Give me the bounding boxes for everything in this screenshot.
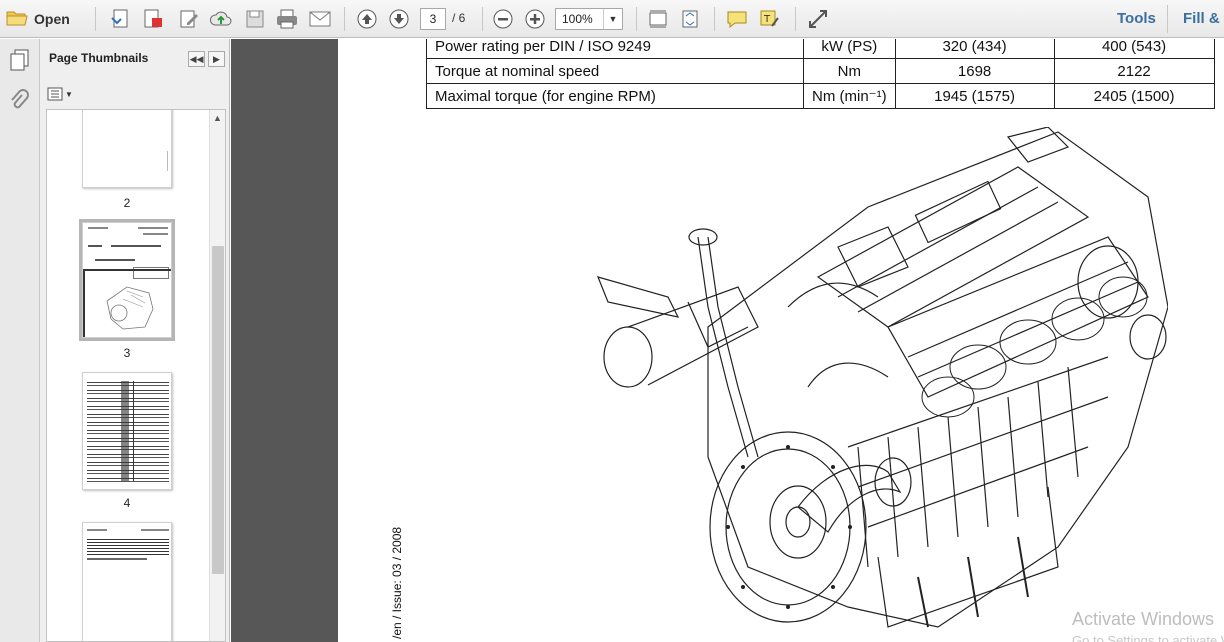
fullscreen-icon[interactable] — [805, 6, 831, 32]
main-toolbar: Open 3 / 6 100% ▼ T Tools Fill & — [0, 0, 1224, 38]
scroll-up-icon[interactable]: ▲ — [213, 113, 222, 123]
close-panel-icon[interactable]: ▶ — [208, 51, 225, 67]
toolbar-divider — [1167, 5, 1168, 33]
zoom-out-icon[interactable] — [490, 6, 516, 32]
activation-watermark-title: Activate Windows — [1072, 609, 1215, 629]
thumbnail-options-button[interactable]: ▼ — [47, 85, 75, 103]
thumbnail-page-4[interactable] — [82, 372, 172, 490]
spec-table-row: Power rating per DIN / ISO 9249 kW (PS) 32… — [426, 39, 1215, 59]
toolbar-divider — [482, 7, 483, 31]
zoom-in-icon[interactable] — [522, 6, 548, 32]
thumbnail-list: 2 3 4 ▲ — [46, 109, 226, 642]
previous-page-icon[interactable] — [354, 6, 380, 32]
spec-table-cell: 320 (434) — [894, 39, 1055, 59]
engine-illustration — [596, 127, 1168, 628]
spec-table-cell: Nm (min⁻¹) — [803, 83, 896, 109]
folder-icon — [6, 9, 28, 30]
fit-page-icon[interactable] — [677, 6, 703, 32]
open-label: Open — [34, 11, 70, 27]
activation-watermark-subtitle: Go to Settings to activate Windows. — [1072, 633, 1224, 642]
page-thumbnails-icon[interactable] — [8, 48, 32, 75]
next-page-icon[interactable] — [386, 6, 412, 32]
highlight-text-icon[interactable]: T — [757, 6, 783, 32]
thumbnail-label: 2 — [123, 196, 131, 210]
thumbnail-label: 3 — [123, 346, 131, 360]
thumbnail-page-2[interactable] — [82, 110, 172, 188]
fit-width-icon[interactable] — [645, 6, 671, 32]
spec-table-cell: Nm — [803, 58, 896, 84]
collapse-panel-icon[interactable]: ◀◀ — [188, 51, 205, 67]
footer-issue-text: /en / Issue: 03 / 2008 — [390, 526, 404, 639]
spec-table-cell: Torque at nominal speed — [426, 58, 804, 84]
chevron-down-icon[interactable]: ▼ — [603, 9, 622, 29]
document-background — [231, 39, 338, 642]
spec-table-cell: 2405 (1500) — [1053, 83, 1215, 109]
panel-title: Page Thumbnails — [49, 51, 149, 65]
page-total-label: / 6 — [452, 11, 466, 25]
toolbar-divider — [714, 7, 715, 31]
spec-table-cell: 1698 — [894, 58, 1055, 84]
spec-table-row: Maximal torque (for engine RPM) Nm (min⁻¹… — [426, 83, 1215, 109]
spec-table-cell: 2122 — [1053, 58, 1215, 84]
tools-button[interactable]: Tools — [1117, 10, 1156, 27]
vertical-footer: /en / Issue: 03 / 2008 — [390, 527, 406, 642]
comment-icon[interactable] — [724, 6, 750, 32]
spec-table-cell: 1945 (1575) — [894, 83, 1055, 109]
spec-table-cell: Power rating per DIN / ISO 9249 — [426, 39, 804, 59]
options-list-icon — [47, 87, 63, 101]
scrollbar-thumb[interactable] — [212, 246, 224, 574]
spec-table-cell: kW (PS) — [803, 39, 896, 59]
toolbar-divider — [95, 7, 96, 31]
document-page: Power rating per DIN / ISO 9249 kW (PS) 32… — [338, 39, 1224, 642]
thumbnail-label: 4 — [123, 496, 131, 510]
spec-table: Power rating per DIN / ISO 9249 kW (PS) 32… — [426, 39, 1215, 109]
attachments-icon[interactable] — [8, 89, 30, 116]
current-page-input[interactable]: 3 — [420, 8, 446, 30]
thumbnail-page-3[interactable] — [79, 219, 175, 341]
thumbnail-page-5[interactable] — [82, 522, 172, 641]
toolbar-divider — [795, 7, 796, 31]
open-button[interactable]: Open — [6, 6, 82, 32]
thumbnail-scrollbar[interactable]: ▲ — [209, 110, 225, 641]
email-icon[interactable] — [306, 6, 334, 32]
save-icon[interactable] — [242, 6, 268, 32]
create-pdf-icon[interactable] — [108, 6, 134, 32]
panel-header: Page Thumbnails ◀◀ ▶ — [40, 39, 230, 77]
toolbar-divider — [636, 7, 637, 31]
toolbar-divider — [344, 7, 345, 31]
upload-cloud-icon[interactable] — [208, 6, 234, 32]
chevron-down-icon: ▼ — [65, 89, 73, 99]
thumbnail-panel: Page Thumbnails ◀◀ ▶ ▼ 2 3 4 ▲ — [40, 39, 230, 642]
edit-pdf-icon[interactable] — [176, 6, 202, 32]
fill-sign-button[interactable]: Fill & — [1183, 10, 1220, 27]
spec-table-cell: 400 (543) — [1053, 39, 1215, 59]
svg-text:T: T — [763, 14, 771, 25]
spec-table-row: Torque at nominal speed Nm 1698 2122 — [426, 58, 1215, 84]
print-icon[interactable] — [273, 6, 301, 32]
spec-table-cell: Maximal torque (for engine RPM) — [426, 83, 804, 109]
export-pdf-icon[interactable] — [140, 6, 166, 32]
navigation-strip — [0, 39, 40, 642]
